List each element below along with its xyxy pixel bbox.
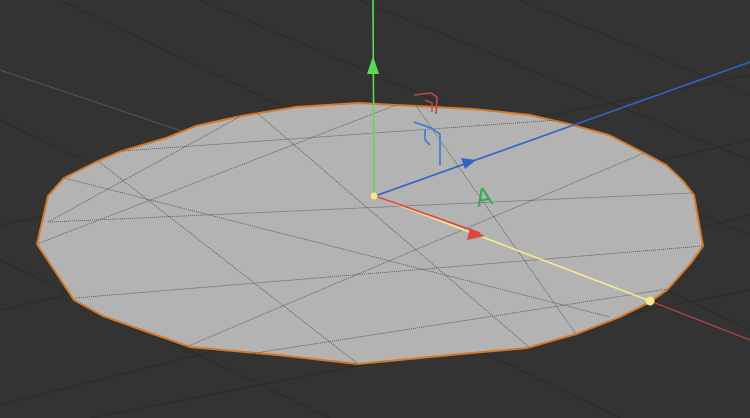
arrow-up-icon[interactable]: [367, 56, 379, 74]
disc-mesh[interactable]: [35, 101, 705, 366]
y-axis-line[interactable]: [372, 0, 375, 197]
grid-line: [519, 0, 750, 96]
pivot-point[interactable]: [370, 192, 378, 200]
radius-handle-dot[interactable]: [645, 296, 655, 306]
x-axis-extension: [649, 300, 750, 341]
disc-face[interactable]: [35, 101, 705, 366]
viewport-canvas[interactable]: A: [0, 0, 750, 418]
3d-viewport[interactable]: A: [0, 0, 750, 418]
